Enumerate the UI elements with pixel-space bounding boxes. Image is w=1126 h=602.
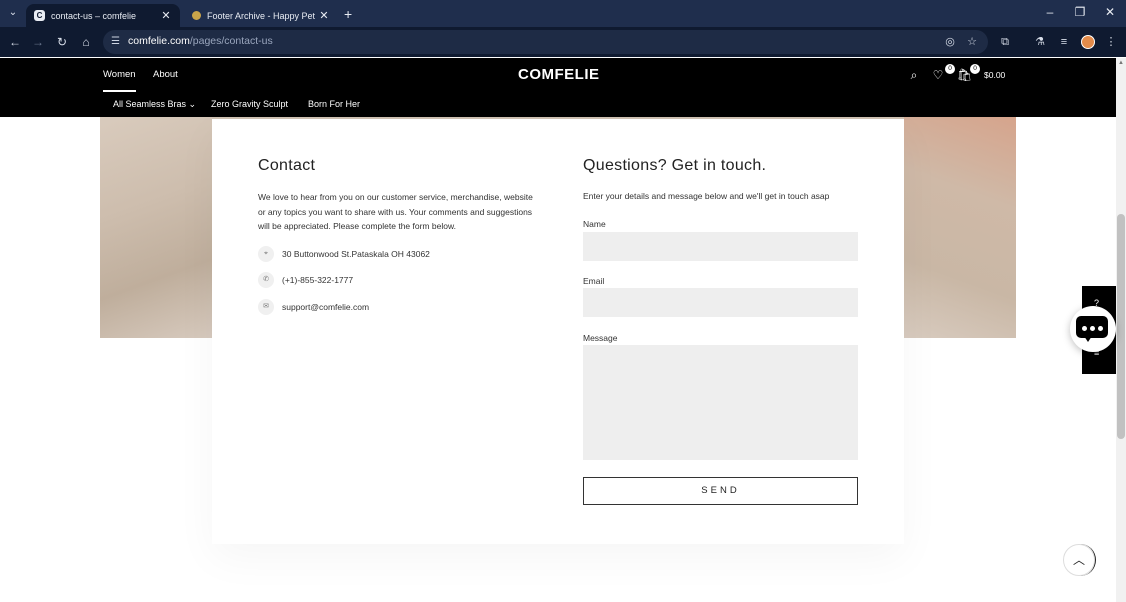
new-tab-icon[interactable]: + xyxy=(344,6,352,22)
nav-women[interactable]: Women xyxy=(103,69,136,92)
tab-footer-archive[interactable]: Footer Archive - Happy Pet ✕ xyxy=(184,4,338,27)
tab-title: Footer Archive - Happy Pet xyxy=(207,10,316,21)
media-controls-icon[interactable]: ≡ xyxy=(1056,34,1072,50)
nav-born-for-her[interactable]: Born For Her xyxy=(308,99,360,109)
reload-icon[interactable]: ↻ xyxy=(54,34,70,50)
email-field[interactable] xyxy=(583,288,858,317)
scrollbar-thumb[interactable] xyxy=(1117,214,1125,439)
contact-heading: Contact xyxy=(258,157,316,174)
contact-address: 30 Buttonwood St.Pataskala OH 43062 xyxy=(282,249,430,259)
contact-email[interactable]: support@comfelie.com xyxy=(282,302,369,312)
message-label: Message xyxy=(583,333,618,343)
nav-label: All Seamless Bras xyxy=(113,99,187,109)
chat-bubble-tail xyxy=(1084,336,1092,342)
form-heading: Questions? Get in touch. xyxy=(583,157,767,174)
tab-search-chevron-icon[interactable]: ⌄ xyxy=(5,5,21,21)
send-button[interactable]: SEND xyxy=(583,477,858,505)
tab-close-icon[interactable]: ✕ xyxy=(160,9,172,22)
site-logo[interactable]: COMFELIE xyxy=(518,66,600,83)
site-info-icon[interactable]: ☰ xyxy=(111,36,123,48)
close-window-icon[interactable]: ✕ xyxy=(1100,5,1120,19)
contact-address-row: ⌖ 30 Buttonwood St.Pataskala OH 43062 xyxy=(258,246,430,262)
form-subheading: Enter your details and message below and… xyxy=(583,191,830,201)
contact-phone-row: ✆ (+1)-855-322-1777 xyxy=(258,272,353,288)
site-header: Women About COMFELIE ⌕ ♡ 0 🛍 0 $0.00 All… xyxy=(0,58,1116,117)
chat-dot xyxy=(1082,326,1087,331)
name-label: Name xyxy=(583,219,606,229)
search-icon[interactable]: ⌕ xyxy=(907,68,921,82)
tracking-hidden-icon[interactable]: ◎ xyxy=(943,35,957,49)
wishlist-heart-icon[interactable]: ♡ xyxy=(931,68,945,82)
chevron-down-icon: ⌄ xyxy=(188,99,197,109)
tab-title: contact-us – comfelie xyxy=(51,10,137,21)
nav-zero-gravity-sculpt[interactable]: Zero Gravity Sculpt xyxy=(211,99,288,109)
browser-toolbar: ← → ↻ ⌂ ☰ comfelie.com/pages/contact-us … xyxy=(0,27,1126,57)
browser-menu-icon[interactable]: ⋮ xyxy=(1103,34,1119,50)
chevron-up-icon: ︿ xyxy=(1072,553,1085,567)
name-field[interactable] xyxy=(583,232,858,261)
cart-count-badge: 0 xyxy=(970,64,980,74)
tab-close-icon[interactable]: ✕ xyxy=(318,9,330,22)
comfelie-favicon-icon: C xyxy=(34,10,45,21)
wishlist-count-badge: 0 xyxy=(945,64,955,74)
address-bar[interactable]: ☰ comfelie.com/pages/contact-us ◎ ☆ xyxy=(103,30,988,54)
extensions-icon[interactable]: ⧉ xyxy=(997,34,1013,50)
contact-description: We love to hear from you on our customer… xyxy=(258,192,533,231)
tab-contact-us[interactable]: C contact-us – comfelie ✕ xyxy=(26,4,180,27)
happy-pet-favicon-icon xyxy=(192,11,201,20)
nav-about[interactable]: About xyxy=(153,69,178,80)
nav-all-seamless-bras[interactable]: All Seamless Bras ⌄ xyxy=(113,99,196,110)
map-pin-icon: ⌖ xyxy=(258,246,274,262)
back-icon[interactable]: ← xyxy=(7,34,23,50)
forward-icon[interactable]: → xyxy=(30,34,46,50)
scroll-to-top-button[interactable]: ︿ xyxy=(1063,544,1096,576)
message-field[interactable] xyxy=(583,345,858,460)
url-text[interactable]: comfelie.com/pages/contact-us xyxy=(128,35,273,47)
contact-email-row: ✉ support@comfelie.com xyxy=(258,299,369,315)
hero-image-left xyxy=(100,117,212,338)
cart-bag-icon[interactable]: 🛍 xyxy=(957,68,972,82)
browser-tab-bar: ⌄ C contact-us – comfelie ✕ Footer Archi… xyxy=(0,0,1126,27)
home-icon[interactable]: ⌂ xyxy=(78,34,94,50)
scroll-up-arrow-icon[interactable]: ▲ xyxy=(1118,60,1124,66)
labs-icon[interactable]: ⚗ xyxy=(1032,34,1048,50)
phone-icon: ✆ xyxy=(258,272,274,288)
envelope-icon: ✉ xyxy=(258,299,274,315)
minimize-icon[interactable]: – xyxy=(1040,5,1060,19)
chat-dot xyxy=(1090,326,1095,331)
cart-total[interactable]: $0.00 xyxy=(984,70,1005,80)
email-label: Email xyxy=(583,276,605,286)
bookmark-star-icon[interactable]: ☆ xyxy=(965,35,979,49)
hero-image-right xyxy=(904,117,1016,338)
contact-phone[interactable]: (+1)-855-322-1777 xyxy=(282,275,353,285)
url-path: /pages/contact-us xyxy=(189,35,273,47)
restore-icon[interactable]: ❐ xyxy=(1070,5,1090,19)
chat-dot xyxy=(1098,326,1103,331)
profile-avatar[interactable] xyxy=(1081,35,1095,49)
url-host: comfelie.com xyxy=(128,35,190,47)
